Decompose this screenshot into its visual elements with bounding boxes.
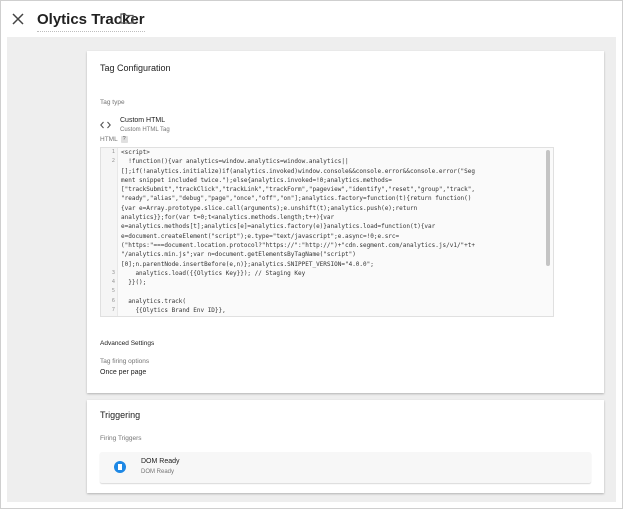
html-code-editor[interactable]: 1 2 3 4 5 6 7 <script> !function(){var analyt… bbox=[100, 147, 554, 317]
code-icon bbox=[100, 121, 111, 129]
line-number bbox=[101, 194, 117, 203]
line-number bbox=[101, 204, 117, 213]
line-number: 3 bbox=[111, 269, 115, 276]
code-line: analytics.track( bbox=[121, 297, 187, 305]
advanced-settings-toggle[interactable]: Advanced Settings bbox=[100, 340, 154, 347]
editor-scrollbar[interactable] bbox=[546, 150, 550, 266]
line-number bbox=[101, 232, 117, 241]
line-number bbox=[101, 213, 117, 222]
trigger-item-dom-ready[interactable]: DOM Ready DOM Ready bbox=[100, 452, 591, 483]
code-line: "ready","alias","debug","page","once","o… bbox=[121, 195, 472, 203]
code-line: e=document.createElement("script");e.typ… bbox=[121, 232, 400, 240]
top-bar: Olytics Tracker bbox=[1, 1, 622, 37]
code-line: analytics.load({{Olytics Key}}); // Stag… bbox=[121, 269, 306, 277]
line-number-gutter: 1 2 3 4 5 6 7 bbox=[101, 148, 118, 316]
trigger-name: DOM Ready bbox=[141, 458, 180, 465]
line-number bbox=[101, 167, 117, 176]
line-number bbox=[101, 185, 117, 194]
code-line: }}(); bbox=[121, 279, 147, 287]
page-icon bbox=[114, 461, 126, 473]
code-line: !function(){var analytics=window.analyti… bbox=[121, 158, 349, 166]
triggering-card[interactable]: Triggering Firing Triggers DOM Ready DOM… bbox=[87, 400, 604, 493]
line-number bbox=[101, 176, 117, 185]
code-line: e=analytics.methods[t];analytics[e]=anal… bbox=[121, 223, 436, 231]
line-number bbox=[101, 250, 117, 259]
tag-firing-options-label: Tag firing options bbox=[100, 358, 150, 365]
close-icon[interactable] bbox=[9, 10, 27, 28]
line-number bbox=[101, 222, 117, 231]
tag-configuration-card[interactable]: Tag Configuration Tag type Custom HTML C… bbox=[87, 51, 604, 393]
code-text[interactable]: <script> !function(){var analytics=windo… bbox=[121, 148, 543, 315]
folder-icon[interactable] bbox=[120, 12, 134, 24]
section-title-tag-configuration: Tag Configuration bbox=[100, 63, 171, 73]
html-label-text: HTML bbox=[100, 136, 118, 144]
firing-triggers-label: Firing Triggers bbox=[100, 435, 142, 442]
code-line: [0];n.parentNode.insertBefore(e,n)};anal… bbox=[121, 260, 374, 268]
line-number: 6 bbox=[111, 297, 115, 304]
line-number bbox=[101, 241, 117, 250]
code-line: "/analytics.min.js";var n=document.getEl… bbox=[121, 251, 356, 259]
tag-type-description: Custom HTML Tag bbox=[120, 127, 170, 133]
section-title-triggering: Triggering bbox=[100, 410, 141, 420]
html-label: HTML? bbox=[100, 136, 128, 143]
help-icon[interactable]: ? bbox=[120, 136, 128, 143]
tag-firing-options-value[interactable]: Once per page bbox=[100, 369, 146, 376]
line-number: 7 bbox=[111, 307, 115, 314]
code-line: [];if(!analytics.initialize)if(analytics… bbox=[121, 167, 476, 175]
code-line: ("https:"===document.location.protocol?"… bbox=[121, 241, 476, 249]
line-number: 5 bbox=[111, 288, 115, 295]
tag-type-label: Tag type bbox=[100, 99, 125, 106]
window: Olytics Tracker Tag Configuration Tag ty… bbox=[0, 0, 623, 509]
code-line: ment snippet included twice.");else{anal… bbox=[121, 176, 392, 184]
trigger-type: DOM Ready bbox=[141, 469, 175, 475]
code-line: <script> bbox=[121, 149, 150, 156]
code-line: ["trackSubmit","trackClick","trackLink",… bbox=[121, 186, 476, 194]
line-number: 2 bbox=[111, 158, 115, 165]
line-number: 4 bbox=[111, 279, 115, 286]
line-number bbox=[101, 260, 117, 269]
main-content: Tag Configuration Tag type Custom HTML C… bbox=[7, 37, 616, 502]
code-line: {{Olytics Brand Env ID}}, bbox=[121, 307, 226, 315]
tag-type-name[interactable]: Custom HTML bbox=[120, 117, 165, 124]
code-line: analytics}};for(var t=0;t<analytics.meth… bbox=[121, 214, 335, 222]
code-line: {var e=Array.prototype.slice.call(argume… bbox=[121, 204, 418, 212]
line-number: 1 bbox=[111, 149, 115, 155]
